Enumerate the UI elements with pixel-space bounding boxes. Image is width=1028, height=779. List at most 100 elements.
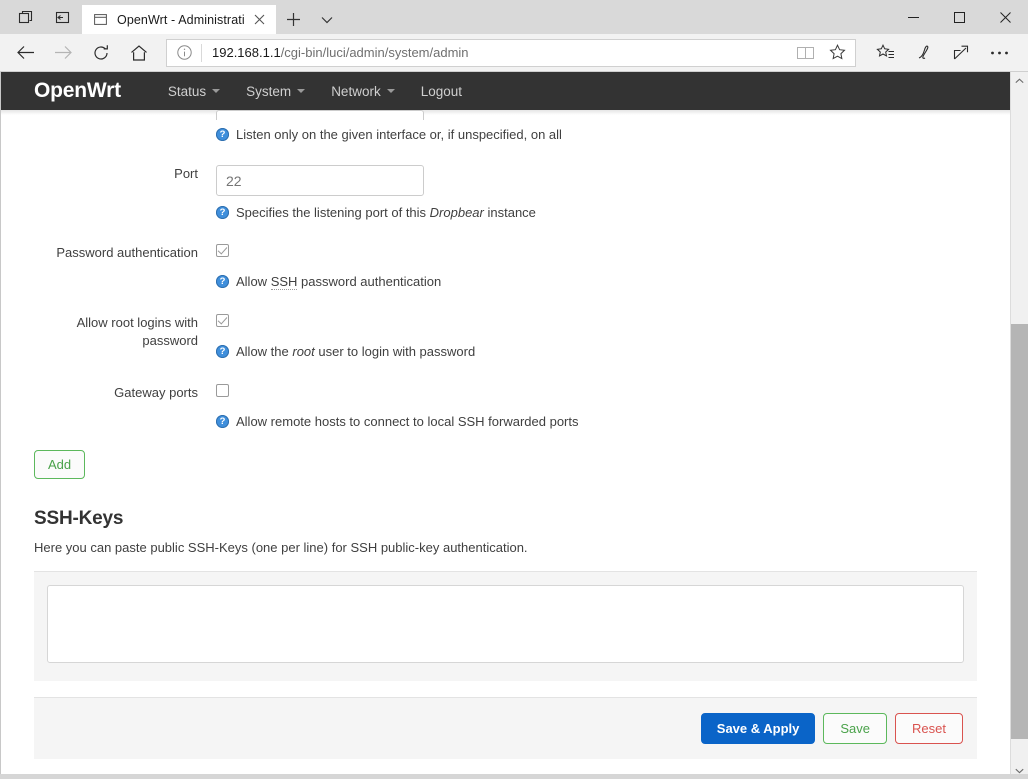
form-row-gateway-ports: Gateway ports ? Allow remote hosts to co… [34, 384, 977, 430]
window-bottom-edge [0, 774, 1028, 779]
form-hint-gateway-ports: ? Allow remote hosts to connect to local… [216, 413, 977, 430]
window-controls [890, 0, 1028, 34]
tab-title: OpenWrt - Administrati [117, 12, 245, 27]
address-host: 192.168.1.1 [212, 45, 281, 60]
form-field-interface: ? Listen only on the given interface or,… [216, 110, 977, 143]
nav-item-system[interactable]: System [233, 72, 318, 110]
help-icon[interactable]: ? [216, 206, 229, 219]
viewport-left-edge [0, 72, 1, 779]
chevron-down-icon [386, 89, 395, 93]
reading-view-icon[interactable] [789, 40, 821, 66]
ssh-keys-panel [34, 571, 977, 681]
chevron-down-icon [212, 89, 221, 93]
hint-pre: Allow the [236, 344, 293, 359]
form-label-port: Port [174, 166, 198, 181]
form-hint-allow-root-logins: ? Allow the root user to login with pass… [216, 343, 977, 360]
titlebar-left-icons [0, 0, 80, 34]
set-aside-tabs-icon[interactable] [44, 0, 80, 34]
browser-navigation-bar: 192.168.1.1/cgi-bin/luci/admin/system/ad… [0, 34, 1028, 72]
gateway-ports-checkbox[interactable] [216, 384, 229, 397]
help-icon[interactable]: ? [216, 275, 229, 288]
reset-button[interactable]: Reset [895, 713, 963, 744]
form-hint-interface-text: Listen only on the given interface or, i… [236, 127, 562, 142]
form-label-allow-root-logins: Allow root logins with password [76, 315, 198, 348]
web-notes-pen-icon[interactable] [904, 36, 942, 70]
site-info-icon[interactable] [167, 45, 201, 60]
nav-item-system-label: System [246, 83, 292, 99]
page-scrollbar[interactable] [1010, 72, 1028, 779]
chevron-down-icon [297, 89, 306, 93]
favorites-hub-icon[interactable] [866, 36, 904, 70]
scrollbar-thumb[interactable] [1011, 324, 1028, 739]
browser-window: OpenWrt - Administrati 192.168.1.1/cgi-b… [0, 0, 1028, 779]
browser-action-icons [866, 36, 1018, 70]
forward-arrow-icon[interactable] [44, 36, 82, 70]
page-content: ? Listen only on the given interface or,… [0, 110, 1011, 555]
hint-pre: Specifies the listening port of this [236, 205, 430, 220]
save-apply-button[interactable]: Save & Apply [700, 713, 816, 744]
chevron-down-icon[interactable] [310, 5, 344, 34]
port-input[interactable] [216, 165, 424, 196]
ssh-keys-heading: SSH-Keys [34, 508, 124, 529]
close-window-icon[interactable] [982, 0, 1028, 34]
form-field-allow-root-logins: ? Allow the root user to login with pass… [216, 314, 977, 360]
back-arrow-icon[interactable] [6, 36, 44, 70]
add-button-wrap: Add [34, 450, 977, 479]
form-hint-password-authentication-text: Allow SSH password authentication [236, 273, 441, 290]
help-icon[interactable]: ? [216, 415, 229, 428]
help-icon[interactable]: ? [216, 128, 229, 141]
openwrt-page: OpenWrt Status System Network Logout ? L… [0, 72, 1011, 779]
star-icon[interactable] [821, 40, 853, 66]
nav-item-status[interactable]: Status [155, 72, 233, 110]
form-hint-port-text: Specifies the listening port of this Dro… [236, 204, 536, 221]
form-hint-interface: ? Listen only on the given interface or,… [216, 126, 977, 143]
refresh-icon[interactable] [82, 36, 120, 70]
address-bar[interactable]: 192.168.1.1/cgi-bin/luci/admin/system/ad… [166, 38, 856, 67]
hint-pre: Allow [236, 274, 271, 289]
form-field-port: ? Specifies the listening port of this D… [216, 165, 977, 221]
save-button[interactable]: Save [823, 713, 888, 744]
ssh-keys-description: Here you can paste public SSH-Keys (one … [34, 540, 528, 555]
hint-post: instance [483, 205, 536, 220]
form-field-gateway-ports: ? Allow remote hosts to connect to local… [216, 384, 977, 430]
form-hint-allow-root-logins-text: Allow the root user to login with passwo… [236, 343, 475, 360]
page-favicon-icon [92, 11, 109, 28]
page-viewport: OpenWrt Status System Network Logout ? L… [0, 72, 1028, 779]
address-text: 192.168.1.1/cgi-bin/luci/admin/system/ad… [202, 45, 789, 60]
add-button[interactable]: Add [34, 450, 86, 479]
form-field-password-authentication: ? Allow SSH password authentication [216, 244, 977, 290]
hint-abbr: SSH [270, 274, 298, 290]
new-tab-button[interactable] [276, 5, 310, 34]
allow-root-logins-checkbox[interactable] [216, 314, 229, 327]
openwrt-menu: Status System Network Logout [155, 72, 475, 110]
ssh-keys-textarea[interactable] [47, 585, 964, 663]
scrollbar-track[interactable] [1011, 89, 1028, 762]
home-icon[interactable] [120, 36, 158, 70]
openwrt-brand[interactable]: OpenWrt [34, 79, 121, 103]
nav-item-network-label: Network [331, 83, 381, 99]
hint-post: user to login with password [314, 344, 476, 359]
nav-item-network[interactable]: Network [318, 72, 408, 110]
browser-titlebar: OpenWrt - Administrati [0, 0, 1028, 34]
form-label-gateway-ports: Gateway ports [114, 385, 198, 400]
minimize-icon[interactable] [890, 0, 936, 34]
help-icon[interactable]: ? [216, 345, 229, 358]
form-label-password-authentication: Password authentication [56, 245, 198, 260]
interface-input[interactable] [216, 110, 424, 120]
scroll-up-icon[interactable] [1011, 72, 1028, 89]
address-bar-icons [789, 40, 855, 66]
more-ellipsis-icon[interactable] [980, 36, 1018, 70]
form-hint-password-authentication: ? Allow SSH password authentication [216, 273, 977, 290]
hint-post: password authentication [297, 274, 442, 289]
browser-tab[interactable]: OpenWrt - Administrati [82, 5, 276, 34]
share-icon[interactable] [942, 36, 980, 70]
maximize-icon[interactable] [936, 0, 982, 34]
openwrt-navbar: OpenWrt Status System Network Logout [0, 72, 1011, 115]
password-authentication-checkbox[interactable] [216, 244, 229, 257]
nav-item-logout[interactable]: Logout [408, 72, 475, 110]
form-hint-port: ? Specifies the listening port of this D… [216, 204, 977, 221]
close-tab-icon[interactable] [248, 9, 270, 31]
form-row-allow-root-logins: Allow root logins with password ? Allow … [34, 314, 977, 360]
nav-item-logout-label: Logout [420, 83, 462, 99]
tab-overview-icon[interactable] [8, 0, 44, 34]
